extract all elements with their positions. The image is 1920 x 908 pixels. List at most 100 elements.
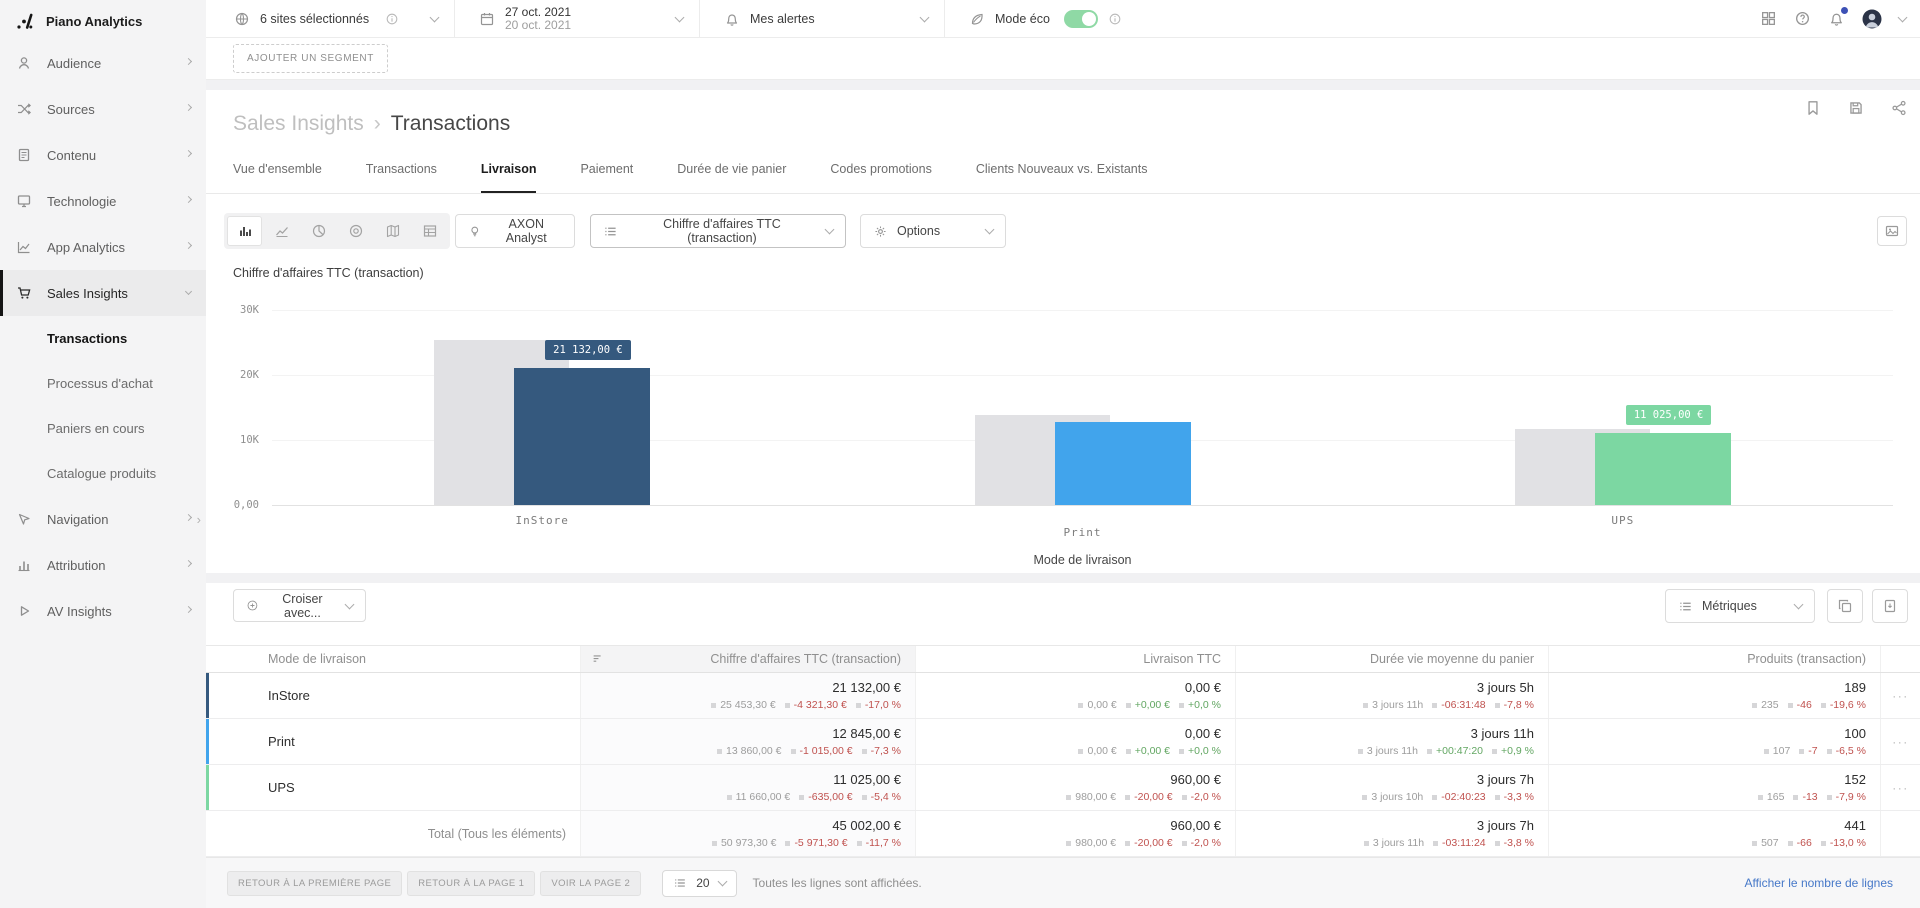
- sidebar-item-attribution[interactable]: Attribution: [0, 542, 206, 588]
- cell-delta-percent: -5,4 %: [861, 791, 901, 803]
- info-icon[interactable]: [1108, 12, 1122, 26]
- add-segment-button[interactable]: AJOUTER UN SEGMENT: [233, 44, 388, 73]
- sidebar-subitem-processus-achat[interactable]: Processus d'achat: [0, 361, 206, 406]
- column-header-livraison-ttc[interactable]: Livraison TTC: [915, 646, 1235, 672]
- cell-delta-percent: +0,9 %: [1492, 745, 1534, 757]
- show-row-count-link[interactable]: Afficher le nombre de lignes: [1744, 876, 1893, 890]
- tab-transactions[interactable]: Transactions: [366, 162, 437, 193]
- value-bar-ups[interactable]: [1594, 433, 1731, 505]
- sidebar-item-navigation[interactable]: Navigation: [0, 496, 206, 542]
- bar-value-label: 21 132,00 €: [545, 339, 631, 360]
- chevron-down-icon: [984, 224, 995, 235]
- leaf-icon: [969, 11, 985, 27]
- metrics-dropdown[interactable]: Métriques: [1665, 589, 1815, 623]
- notifications-button[interactable]: [1828, 7, 1848, 27]
- table-row: UPS 11 025,00 € 11 660,00 € -635,00 € -5…: [206, 765, 1920, 811]
- cell-products: 100 107 -7 -6,5 %: [1548, 719, 1880, 764]
- sidebar-item-contenu[interactable]: Contenu: [0, 132, 206, 178]
- list-icon: [673, 876, 687, 890]
- sort-icon[interactable]: [591, 652, 605, 666]
- chevron-right-icon: [184, 57, 193, 66]
- row-more-button[interactable]: ···: [1880, 765, 1920, 810]
- cell-main-value: 960,00 €: [1170, 818, 1221, 833]
- bookmark-icon[interactable]: [1804, 99, 1822, 117]
- total-row-spacer: [1880, 811, 1920, 856]
- value-bar-print[interactable]: [1054, 421, 1191, 505]
- cell-comparison-value: 0,00 €: [1078, 699, 1117, 711]
- share-icon[interactable]: [1890, 99, 1908, 117]
- cell-delta-value: +0,00 €: [1125, 699, 1170, 711]
- row-label[interactable]: UPS: [206, 765, 580, 810]
- cell-cart-lifetime: 3 jours 11h 3 jours 11h +00:47:20 +0,9 %: [1235, 719, 1548, 764]
- options-dropdown[interactable]: Options: [860, 214, 1006, 248]
- first-page-button[interactable]: RETOUR À LA PREMIÈRE PAGE: [227, 870, 403, 896]
- bar-chart: 30K 20K 10K 0,00 InStore Print UPS 21 132,00 € 1…: [234, 304, 1893, 567]
- globe-icon: [234, 11, 250, 27]
- cell-delta-value: -13: [1793, 791, 1818, 803]
- sidebar-item-av-insights[interactable]: AV Insights: [0, 588, 206, 634]
- sidebar-item-technologie[interactable]: Technologie: [0, 178, 206, 224]
- site-selector[interactable]: 6 sites sélectionnés: [206, 0, 455, 37]
- breadcrumb-section[interactable]: Sales Insights: [233, 112, 364, 135]
- next-page-button[interactable]: VOIR LA PAGE 2: [540, 870, 642, 896]
- user-icon: [16, 55, 32, 71]
- help-icon[interactable]: [1794, 10, 1811, 27]
- line-chart-type-button[interactable]: [264, 216, 299, 246]
- copy-table-button[interactable]: [1827, 589, 1863, 623]
- table-row: InStore 21 132,00 € 25 453,30 € -4 321,3…: [206, 673, 1920, 719]
- sidebar-collapse-handle[interactable]: ›: [197, 512, 201, 527]
- file-export-icon: [1882, 598, 1898, 614]
- sidebar-item-sales-insights[interactable]: Sales Insights: [0, 270, 206, 316]
- metric-selector-dropdown[interactable]: Chiffre d'affaires TTC (transaction): [590, 214, 846, 248]
- cart-icon: [16, 285, 32, 301]
- sidebar-subitem-catalogue-produits[interactable]: Catalogue produits: [0, 451, 206, 496]
- tab-paiement[interactable]: Paiement: [580, 162, 633, 193]
- axon-analyst-button[interactable]: AXON Analyst: [455, 214, 575, 248]
- previous-page-button[interactable]: RETOUR À LA PAGE 1: [407, 870, 536, 896]
- tab-vue-densemble[interactable]: Vue d'ensemble: [233, 162, 322, 193]
- sidebar-subitem-paniers-en-cours[interactable]: Paniers en cours: [0, 406, 206, 451]
- sidebar-item-app-analytics[interactable]: App Analytics: [0, 224, 206, 270]
- alerts-selector[interactable]: Mes alertes: [700, 0, 945, 37]
- column-header-duree-vie-panier[interactable]: Durée vie moyenne du panier: [1235, 646, 1548, 672]
- row-label[interactable]: InStore: [206, 673, 580, 718]
- play-icon: [16, 603, 32, 619]
- column-header-mode-de-livraison[interactable]: Mode de livraison: [206, 646, 580, 672]
- value-bar-instore[interactable]: [514, 367, 651, 505]
- rows-per-page-dropdown[interactable]: 20: [662, 869, 737, 897]
- save-icon[interactable]: [1847, 99, 1865, 117]
- tab-duree-de-vie-panier[interactable]: Durée de vie panier: [677, 162, 786, 193]
- pagination-bar: RETOUR À LA PREMIÈRE PAGE RETOUR À LA PA…: [206, 857, 1920, 908]
- tab-clients-nouveaux-vs-existants[interactable]: Clients Nouveaux vs. Existants: [976, 162, 1148, 193]
- donut-chart-type-button[interactable]: [338, 216, 373, 246]
- cell-revenue: 11 025,00 € 11 660,00 € -635,00 € -5,4 %: [580, 765, 915, 810]
- sidebar-item-audience[interactable]: Audience: [0, 40, 206, 86]
- cell-delta-value: -1 015,00 €: [790, 745, 853, 757]
- sidebar-subitem-transactions[interactable]: Transactions: [0, 316, 206, 361]
- cross-with-button[interactable]: Croiser avec...: [233, 589, 366, 622]
- export-chart-button[interactable]: [1877, 216, 1907, 246]
- row-more-button[interactable]: ···: [1880, 673, 1920, 718]
- date-range-selector[interactable]: 27 oct. 2021 20 oct. 2021: [455, 0, 700, 37]
- map-chart-type-button[interactable]: [375, 216, 410, 246]
- cell-main-value: 45 002,00 €: [832, 818, 901, 833]
- tab-livraison[interactable]: Livraison: [480, 162, 537, 193]
- divider-band: [206, 573, 1920, 583]
- column-header-produits[interactable]: Produits (transaction): [1548, 646, 1880, 672]
- apps-grid-icon[interactable]: [1760, 10, 1777, 27]
- app-logo[interactable]: Piano Analytics: [0, 0, 206, 40]
- sidebar-item-label: Technologie: [47, 193, 117, 209]
- bar-chart-type-button[interactable]: [227, 216, 262, 246]
- chevron-down-icon[interactable]: [1897, 12, 1908, 22]
- export-table-button[interactable]: [1872, 589, 1908, 623]
- row-label[interactable]: Print: [206, 719, 580, 764]
- sidebar-item-sources[interactable]: Sources: [0, 86, 206, 132]
- row-more-button[interactable]: ···: [1880, 719, 1920, 764]
- tab-codes-promotions[interactable]: Codes promotions: [830, 162, 931, 193]
- column-header-chiffre-affaires[interactable]: Chiffre d'affaires TTC (transaction): [580, 646, 915, 672]
- info-icon[interactable]: [385, 12, 399, 26]
- avatar[interactable]: [1862, 9, 1882, 29]
- pie-chart-type-button[interactable]: [301, 216, 336, 246]
- eco-mode-toggle[interactable]: [1063, 9, 1098, 28]
- table-chart-type-button[interactable]: [412, 216, 447, 246]
